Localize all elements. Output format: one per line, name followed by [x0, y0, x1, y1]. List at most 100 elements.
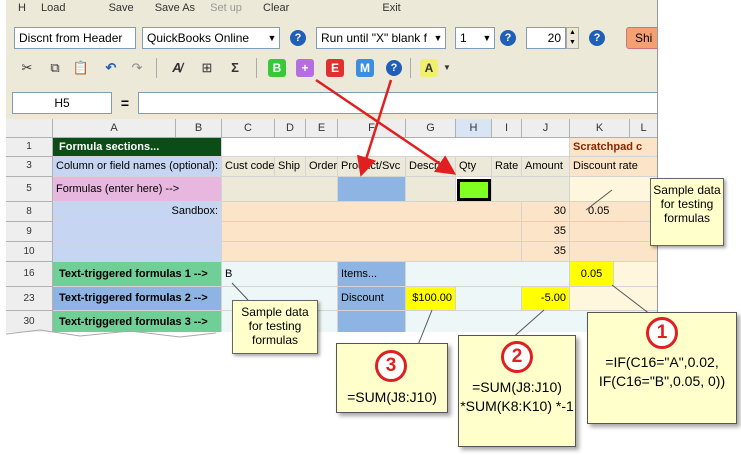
- cell-i5-j5[interactable]: [492, 177, 570, 202]
- cell-g23[interactable]: $100.00: [406, 287, 456, 311]
- cell-c10-i10[interactable]: [222, 242, 522, 262]
- cell-j9[interactable]: 35: [522, 222, 570, 242]
- plus-button-icon[interactable]: +: [296, 59, 314, 77]
- row-header-3[interactable]: 3: [6, 157, 53, 177]
- e-button-icon[interactable]: E: [326, 59, 344, 77]
- column-header-f[interactable]: F: [338, 119, 406, 138]
- row-header-8[interactable]: 8: [6, 202, 53, 222]
- header-discount-combo[interactable]: Discnt from Header: [14, 27, 136, 49]
- name-box[interactable]: H5: [12, 92, 112, 114]
- cell-f5[interactable]: [338, 177, 406, 202]
- menu-item-set-up[interactable]: Set up: [210, 2, 242, 14]
- cell-h3[interactable]: Qty: [456, 157, 492, 177]
- cell-c1-j1[interactable]: [222, 138, 570, 157]
- cell-a30[interactable]: Text-triggered formulas 3 -->: [53, 311, 222, 332]
- b-button-icon[interactable]: B: [268, 59, 286, 77]
- cell-a9[interactable]: [53, 222, 222, 242]
- cell-k16[interactable]: 0.05: [570, 262, 614, 287]
- app-combo[interactable]: QuickBooks Online ▼: [142, 27, 280, 49]
- copy-icon[interactable]: ⧉: [46, 59, 64, 77]
- menu-item-exit[interactable]: Exit: [382, 2, 400, 14]
- cell-c3[interactable]: Cust code: [222, 157, 275, 177]
- cell-g16-j16[interactable]: [406, 262, 570, 287]
- cell-b8-sandbox[interactable]: Sandbox:: [53, 202, 222, 222]
- sigma-icon[interactable]: Σ: [226, 59, 244, 77]
- column-header-l[interactable]: L: [630, 119, 657, 138]
- menu-item-save-as[interactable]: Save As: [155, 2, 195, 14]
- cell-c5[interactable]: [222, 177, 338, 202]
- chevron-down-icon[interactable]: ▼: [438, 59, 456, 77]
- redo-icon[interactable]: ↷: [128, 59, 146, 77]
- cell-f23[interactable]: Discount: [338, 287, 406, 311]
- column-header-h[interactable]: H: [456, 119, 492, 138]
- help-icon[interactable]: ?: [589, 30, 605, 46]
- row-header-1[interactable]: 1: [6, 138, 53, 157]
- cell-h23-i23[interactable]: [456, 287, 522, 311]
- cell-l16[interactable]: [614, 262, 657, 287]
- cell-j3[interactable]: Amount: [522, 157, 570, 177]
- cell-k1[interactable]: Scratchpad c: [570, 138, 657, 157]
- selected-cell-h5[interactable]: [457, 179, 491, 201]
- column-header-k[interactable]: K: [570, 119, 630, 138]
- menu-item-save[interactable]: Save: [109, 2, 134, 14]
- cell-f16[interactable]: Items...: [338, 262, 406, 287]
- paste-icon[interactable]: 📋: [72, 59, 90, 77]
- cell-k5[interactable]: [570, 177, 657, 202]
- cell-j23[interactable]: -5.00: [522, 287, 570, 311]
- cell-k8[interactable]: 0.05: [570, 202, 657, 222]
- row-header-10[interactable]: 10: [6, 242, 53, 262]
- row-header-16[interactable]: 16: [6, 262, 53, 287]
- cell-a23[interactable]: Text-triggered formulas 2 -->: [53, 287, 222, 311]
- cell-g3[interactable]: Descrip: [406, 157, 456, 177]
- cell-a10[interactable]: [53, 242, 222, 262]
- spin-value-input[interactable]: 20: [526, 27, 566, 49]
- formula-input[interactable]: [138, 92, 657, 114]
- cell-k9[interactable]: [570, 222, 657, 242]
- cell-a1[interactable]: Formula sections...: [53, 138, 222, 157]
- cell-i3[interactable]: Rate: [492, 157, 522, 177]
- cell-j10[interactable]: 35: [522, 242, 570, 262]
- help-icon[interactable]: ?: [386, 60, 402, 76]
- menu-item-clear[interactable]: Clear: [263, 2, 289, 14]
- column-header-a[interactable]: A: [53, 119, 176, 138]
- row-header-30[interactable]: 30: [6, 311, 53, 332]
- spinner-buttons[interactable]: ▲ ▼: [566, 27, 579, 49]
- cell-e3[interactable]: Order: [306, 157, 338, 177]
- ship-button[interactable]: Shi: [626, 27, 657, 49]
- cell-k23[interactable]: [570, 287, 657, 311]
- cell-j8[interactable]: 30: [522, 202, 570, 222]
- run-mode-combo[interactable]: Run until "X" blank f ▼: [316, 27, 446, 49]
- cut-icon[interactable]: ✂: [18, 59, 36, 77]
- cell-a5[interactable]: Formulas (enter here) -->: [53, 177, 222, 202]
- cell-k10[interactable]: [570, 242, 657, 262]
- menu-item-load[interactable]: Load: [41, 2, 65, 14]
- cell-c9-i9[interactable]: [222, 222, 522, 242]
- help-icon[interactable]: ?: [500, 30, 516, 46]
- column-header-j[interactable]: J: [522, 119, 570, 138]
- row-count-combo[interactable]: 1 ▼: [455, 27, 495, 49]
- help-icon[interactable]: ?: [290, 30, 306, 46]
- column-header-c[interactable]: C: [222, 119, 275, 138]
- m-button-icon[interactable]: M: [356, 59, 374, 77]
- cell-f30[interactable]: [338, 311, 406, 332]
- menu-item-h[interactable]: H: [18, 2, 26, 14]
- row-header-5[interactable]: 5: [6, 177, 53, 202]
- cell-a3[interactable]: Column or field names (optional):: [53, 157, 222, 177]
- row-header-9[interactable]: 9: [6, 222, 53, 242]
- undo-icon[interactable]: ↶: [102, 59, 120, 77]
- cell-d3[interactable]: Ship: [275, 157, 306, 177]
- cell-c16[interactable]: B: [222, 262, 338, 287]
- column-header-g[interactable]: G: [406, 119, 456, 138]
- cell-g5[interactable]: [406, 177, 456, 202]
- cell-f3[interactable]: Product/Svc: [338, 157, 406, 177]
- corner-header[interactable]: [6, 119, 53, 138]
- column-header-d[interactable]: D: [275, 119, 306, 138]
- table-icon[interactable]: ⊞: [198, 59, 216, 77]
- row-header-23[interactable]: 23: [6, 287, 53, 311]
- cell-k3[interactable]: Discount rate: [570, 157, 657, 177]
- cell-c8-i8[interactable]: [222, 202, 522, 222]
- format-icon[interactable]: A̸: [168, 59, 186, 77]
- column-header-b[interactable]: B: [176, 119, 222, 138]
- column-header-i[interactable]: I: [492, 119, 522, 138]
- a-highlight-icon[interactable]: A: [420, 59, 438, 77]
